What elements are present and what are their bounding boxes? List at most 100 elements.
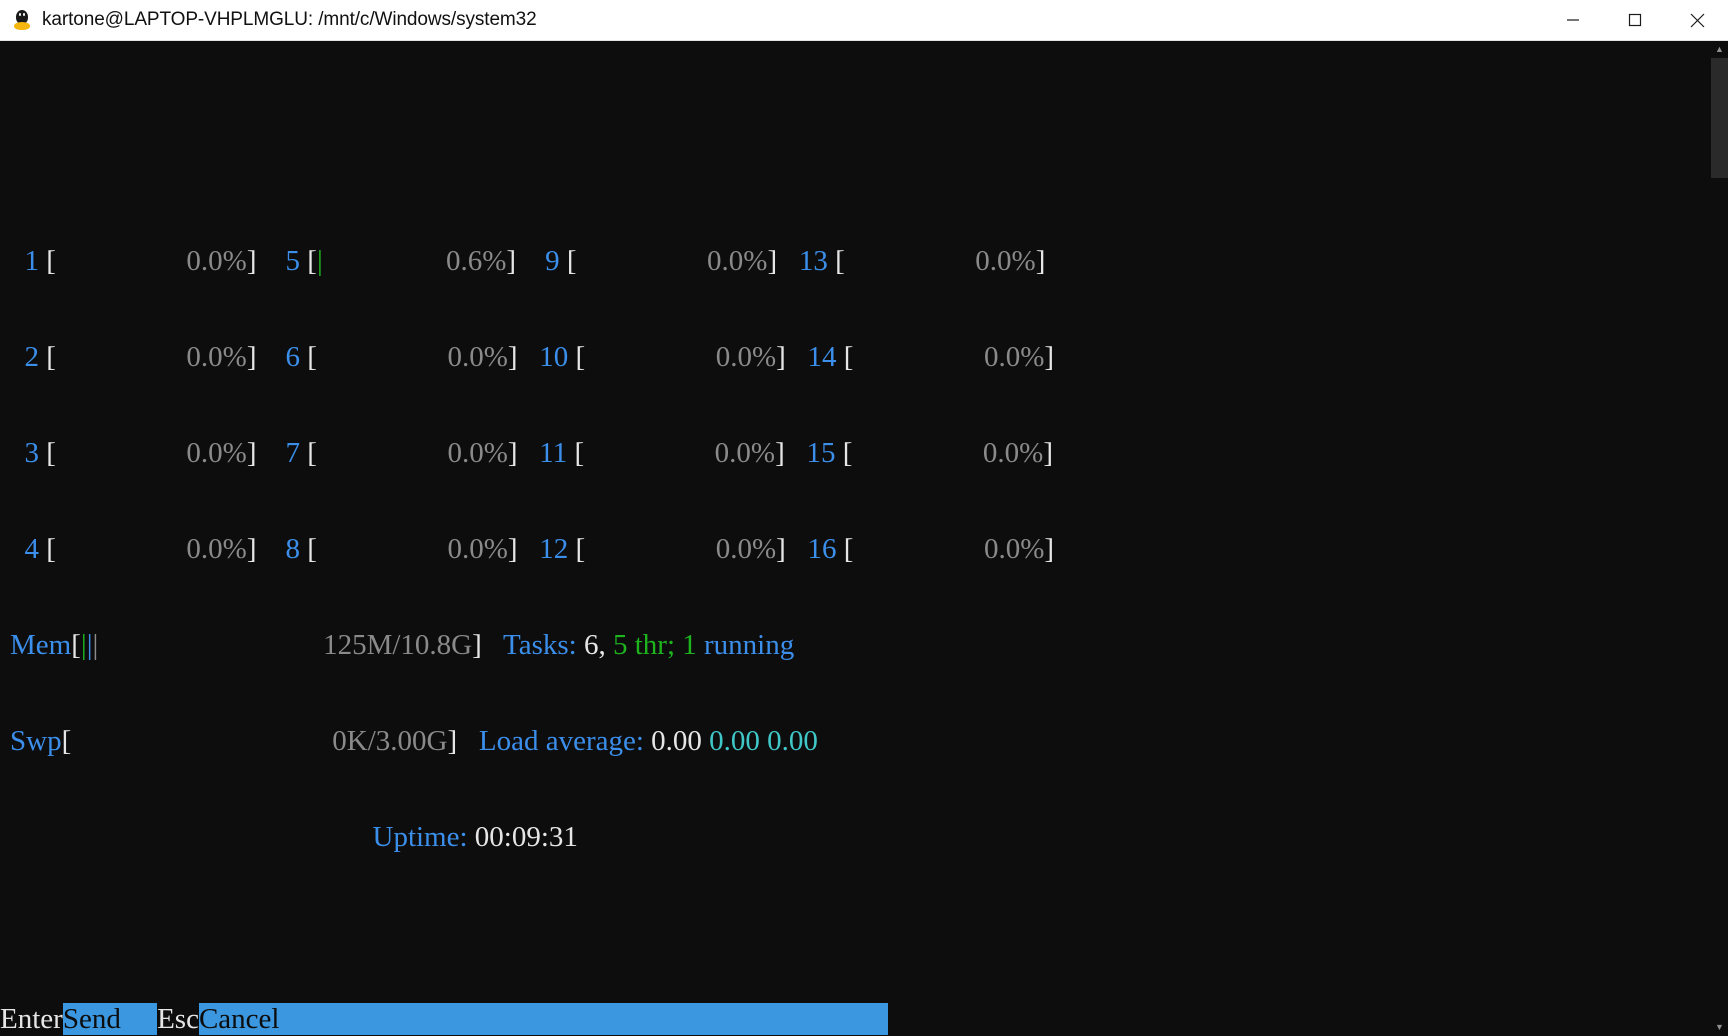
minimize-button[interactable] <box>1542 0 1604 41</box>
close-button[interactable] <box>1666 0 1728 41</box>
cpu-meter-bracket-open: [ <box>568 533 586 565</box>
uptime-label: Uptime: <box>372 821 475 853</box>
cpu-meter-percent: 0.0% <box>844 245 1036 277</box>
title-bar: kartone@LAPTOP-VHPLMGLU: /mnt/c/Windows/… <box>0 0 1728 41</box>
cpu-meter-gap <box>518 437 533 469</box>
maximize-button[interactable] <box>1604 0 1666 41</box>
swap-meter-bracket-open: [ <box>61 725 72 757</box>
cpu-meter-gap <box>518 533 533 565</box>
tasks-label: Tasks: <box>503 629 584 661</box>
window-title: kartone@LAPTOP-VHPLMGLU: /mnt/c/Windows/… <box>42 9 537 30</box>
cpu-meter-percent: 0.0% <box>316 437 508 469</box>
cpu-meter-percent: 0.0% <box>853 533 1045 565</box>
htop-window: kartone@LAPTOP-VHPLMGLU: /mnt/c/Windows/… <box>0 0 1728 1036</box>
cpu-meter-percent: 0.0% <box>55 533 247 565</box>
cpu-meter-bracket-close: ] <box>507 437 518 469</box>
cpu-meter-id: 9 <box>530 245 560 277</box>
cpu-meter-id: 4 <box>10 533 40 565</box>
cpu-meter-percent: 0.0% <box>576 245 768 277</box>
scroll-up-icon[interactable]: ▲ <box>1711 41 1728 58</box>
footer-action-send[interactable]: Send <box>62 1003 158 1035</box>
cpu-meter-bracket-close: ] <box>767 245 778 277</box>
cpu-meter-percent: 0.0% <box>585 341 777 373</box>
cpu-meter-bracket-open: [ <box>827 245 845 277</box>
cpu-meter-id: 8 <box>271 533 301 565</box>
cpu-meter-bracket-open: [ <box>567 437 585 469</box>
footer-key[interactable]: Esc <box>157 1003 199 1035</box>
cpu-meter-percent: 0.0% <box>316 341 508 373</box>
cpu-meter-row: 1 [ 0.0%] 5 [| 0.6%] 9 [ 0.0%] 13 [ 0.0%… <box>10 246 1728 276</box>
terminal-body: 1 [ 0.0%] 5 [| 0.6%] 9 [ 0.0%] 13 [ 0.0%… <box>0 41 1728 1036</box>
cpu-meter-bracket-close: ] <box>1044 533 1055 565</box>
cpu-meter-bracket-close: ] <box>776 533 786 565</box>
cpu-meter-percent: 0.0% <box>852 437 1044 469</box>
cpu-meter-id: 10 <box>532 341 569 373</box>
cpu-meter-id: 5 <box>271 245 301 277</box>
swap-meter-row: Swp[ 0K/3.00G] Load average: 0.00 0.00 0… <box>10 726 1728 756</box>
cpu-meter-bracket-open: [ <box>39 437 56 469</box>
cpu-meter-percent: 0.0% <box>55 437 247 469</box>
cpu-meter-bracket-close: ] <box>246 341 257 373</box>
cpu-meter-bracket-close: ] <box>776 341 786 373</box>
tux-icon <box>12 9 32 31</box>
cpu-meter-bracket-open: [ <box>39 245 56 277</box>
running-count: 1 <box>682 629 705 661</box>
cpu-meter-percent: 0.0% <box>316 533 508 565</box>
cpu-meter-gap <box>257 437 272 469</box>
cpu-meter-gap <box>257 533 272 565</box>
cpu-meter-id: 12 <box>532 533 569 565</box>
load-average-label: Load average: <box>478 725 652 757</box>
cpu-meter-percent: 0.0% <box>585 533 777 565</box>
running-label: running <box>704 629 795 661</box>
cpu-meter-id: 1 <box>10 245 40 277</box>
footer-action-cancel[interactable]: Cancel <box>198 1003 889 1035</box>
cpu-meter-row: 4 [ 0.0%] 8 [ 0.0%] 12 [ 0.0%] 16 [ 0.0%… <box>10 534 1728 564</box>
cpu-meter-row: 3 [ 0.0%] 7 [ 0.0%] 11 [ 0.0%] 15 [ 0.0%… <box>10 438 1728 468</box>
load-average-1min: 0.00 <box>651 725 710 757</box>
swap-meter-value: 0K/3.00G <box>71 725 448 757</box>
mem-meter-bracket-open: [ <box>71 629 81 661</box>
console-scrollbar[interactable]: ▲ ▼ <box>1711 41 1728 1036</box>
cpu-meter-bracket-close: ] <box>246 245 257 277</box>
cpu-meter-bracket-close: ] <box>246 437 257 469</box>
cpu-meter-bracket-open: [ <box>300 533 317 565</box>
cpu-meter-gap <box>785 437 800 469</box>
cpu-meter-percent: 0.6% <box>322 245 507 277</box>
uptime-value: 00:09:31 <box>474 821 578 853</box>
cpu-meter-id: 2 <box>10 341 40 373</box>
mem-meter-bracket-close: ] <box>472 629 482 661</box>
cpu-meter-bracket-close: ] <box>1035 245 1046 277</box>
swap-meter-bracket-close: ] <box>447 725 458 757</box>
cpu-meter-gap <box>786 341 801 373</box>
cpu-meter-bracket-open: [ <box>300 437 317 469</box>
cpu-meter-bracket-open: [ <box>39 341 56 373</box>
cpu-meter-bracket-open: [ <box>836 341 854 373</box>
cpu-meter-percent: 0.0% <box>55 341 247 373</box>
cpu-meter-bracket-close: ] <box>246 533 257 565</box>
cpu-meter-id: 7 <box>271 437 301 469</box>
cpu-meter-bracket-open: [ <box>39 533 56 565</box>
scroll-down-icon[interactable]: ▼ <box>1711 1019 1728 1036</box>
cpu-meter-bracket-open: [ <box>568 341 586 373</box>
cpu-meter-bracket-close: ] <box>507 533 518 565</box>
cpu-meter-percent: 0.0% <box>584 437 776 469</box>
cpu-meter-bracket-close: ] <box>1043 437 1053 469</box>
cpu-meter-percent: 0.0% <box>853 341 1045 373</box>
scrollbar-thumb[interactable] <box>1711 58 1728 178</box>
footer-key[interactable]: Enter <box>0 1003 63 1035</box>
cpu-meter-id: 16 <box>800 533 837 565</box>
load-average-15min: 0.00 <box>767 725 818 757</box>
function-key-bar[interactable]: EnterSend EscCancel <box>0 1002 1728 1036</box>
cpu-meter-gap <box>786 533 801 565</box>
cpu-meter-gap <box>257 245 272 277</box>
thread-count: 5 thr; <box>612 629 683 661</box>
cpu-meter-bracket-close: ] <box>506 245 517 277</box>
cpu-meter-gap <box>516 245 531 277</box>
cpu-meter-bracket-open: [ <box>559 245 577 277</box>
swap-meter-label: Swp <box>10 725 62 757</box>
cpu-meter-bracket-open: [ <box>835 437 853 469</box>
meters-panel: 1 [ 0.0%] 5 [| 0.6%] 9 [ 0.0%] 13 [ 0.0%… <box>0 180 1728 918</box>
cpu-meter-gap <box>777 245 792 277</box>
